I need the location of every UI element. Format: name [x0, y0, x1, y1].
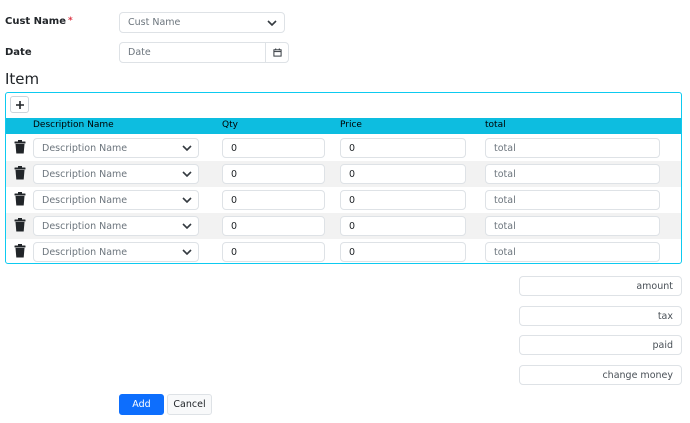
amount-field[interactable]: amount: [519, 276, 682, 296]
item-section-title: Item: [5, 70, 40, 88]
total-input[interactable]: total: [485, 164, 660, 184]
trash-icon[interactable]: [14, 140, 26, 154]
chevron-down-icon: [182, 197, 192, 203]
trash-icon[interactable]: [14, 166, 26, 180]
description-value: Description Name: [42, 168, 128, 180]
cust-name-select[interactable]: Cust Name: [119, 12, 285, 33]
tax-field[interactable]: tax: [519, 306, 682, 326]
column-header-total: total: [485, 120, 506, 130]
description-select[interactable]: Description Name: [33, 216, 199, 236]
trash-icon[interactable]: [14, 218, 26, 232]
description-value: Description Name: [42, 142, 128, 154]
table-row: Description Name 0 0 total: [6, 135, 681, 161]
qty-input[interactable]: 0: [222, 164, 325, 184]
date-placeholder: Date: [128, 47, 151, 58]
description-select[interactable]: Description Name: [33, 164, 199, 184]
chevron-down-icon: [182, 171, 192, 177]
description-select[interactable]: Description Name: [33, 242, 199, 262]
price-input[interactable]: 0: [340, 216, 466, 236]
table-row: Description Name 0 0 total: [6, 187, 681, 213]
table-header: Description Name Qty Price total: [6, 118, 681, 134]
price-input[interactable]: 0: [340, 138, 466, 158]
paid-field[interactable]: paid: [519, 335, 682, 355]
description-value: Description Name: [42, 194, 128, 206]
chevron-down-icon: [182, 223, 192, 229]
date-input[interactable]: Date: [119, 42, 289, 63]
date-label: Date: [5, 47, 32, 58]
plus-icon: [15, 100, 24, 109]
description-value: Description Name: [42, 220, 128, 232]
required-asterisk: *: [68, 16, 73, 26]
chevron-down-icon: [182, 249, 192, 255]
cust-name-label: Cust Name *: [5, 16, 73, 27]
total-input[interactable]: total: [485, 190, 660, 210]
table-row: Description Name 0 0 total: [6, 239, 681, 265]
column-header-price: Price: [340, 120, 362, 130]
add-button[interactable]: Add: [119, 394, 164, 415]
cust-name-placeholder: Cust Name: [128, 17, 181, 28]
chevron-down-icon: [266, 17, 278, 29]
trash-icon[interactable]: [14, 244, 26, 258]
column-header-qty: Qty: [222, 120, 238, 130]
cancel-button[interactable]: Cancel: [167, 394, 212, 415]
chevron-down-icon: [182, 145, 192, 151]
table-row: Description Name 0 0 total: [6, 161, 681, 187]
calendar-icon[interactable]: [265, 43, 288, 62]
total-input[interactable]: total: [485, 138, 660, 158]
qty-input[interactable]: 0: [222, 216, 325, 236]
qty-input[interactable]: 0: [222, 242, 325, 262]
description-select[interactable]: Description Name: [33, 190, 199, 210]
price-input[interactable]: 0: [340, 164, 466, 184]
price-input[interactable]: 0: [340, 242, 466, 262]
description-value: Description Name: [42, 246, 128, 258]
table-row: Description Name 0 0 total: [6, 213, 681, 239]
change-money-field[interactable]: change money: [519, 365, 682, 385]
description-select[interactable]: Description Name: [33, 138, 199, 158]
add-row-button[interactable]: [10, 96, 29, 113]
qty-input[interactable]: 0: [222, 138, 325, 158]
total-input[interactable]: total: [485, 216, 660, 236]
total-input[interactable]: total: [485, 242, 660, 262]
items-panel: Description Name Qty Price total Descrip…: [5, 92, 682, 264]
trash-icon[interactable]: [14, 192, 26, 206]
price-input[interactable]: 0: [340, 190, 466, 210]
column-header-description: Description Name: [33, 120, 114, 130]
qty-input[interactable]: 0: [222, 190, 325, 210]
